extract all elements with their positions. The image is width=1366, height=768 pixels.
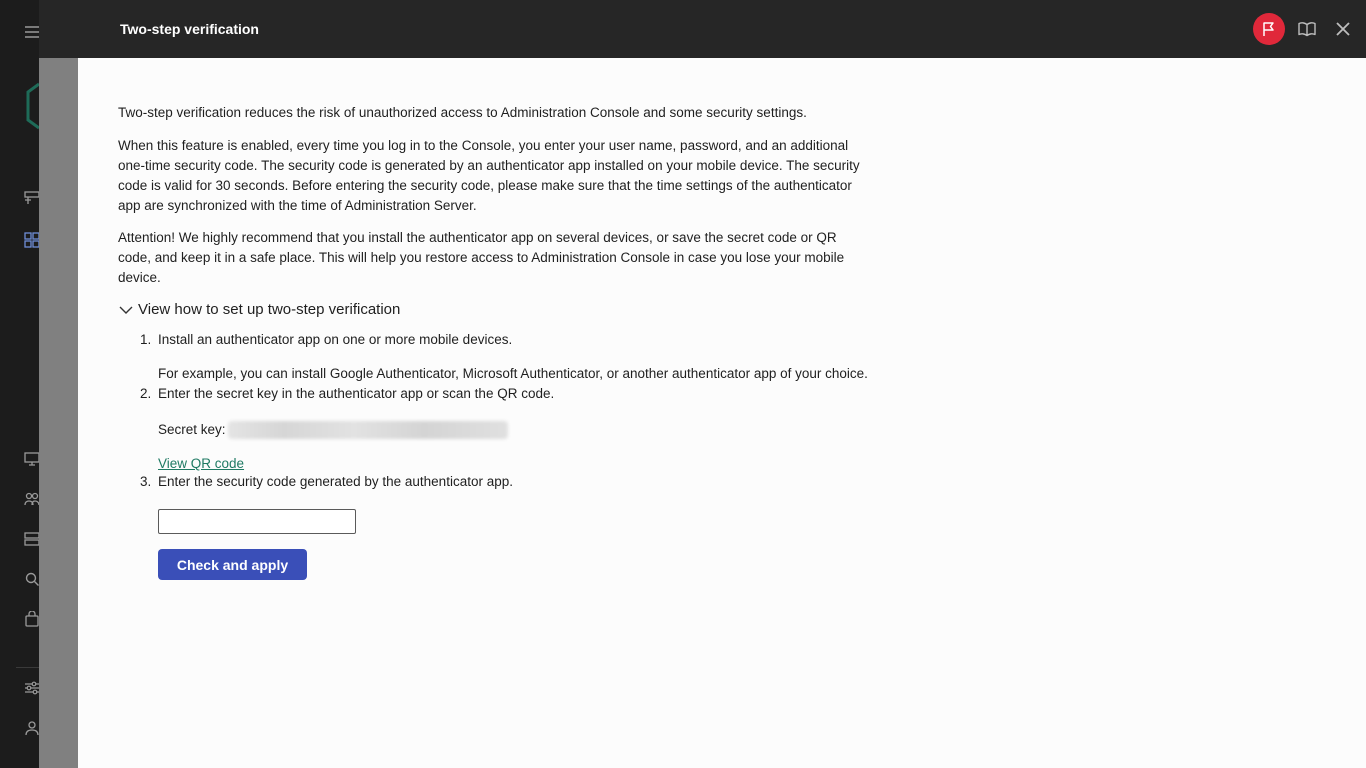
intro-paragraph: Two-step verification reduces the risk o… [118,105,807,120]
flag-icon [1263,22,1274,36]
step-text: Enter the security code generated by the… [158,474,513,489]
layout-icon[interactable] [24,190,40,206]
server-icon[interactable] [24,531,40,547]
search-icon[interactable] [24,571,40,587]
close-icon [1336,22,1350,36]
secret-key-value-redacted [227,421,508,439]
monitor-icon[interactable] [24,451,40,467]
drawer-header: Two-step verification [39,0,1366,58]
secret-key-row: Secret key: [158,420,508,440]
nav-rail [0,0,40,768]
store-icon[interactable] [24,611,40,627]
users-icon[interactable] [24,491,40,507]
security-code-input[interactable] [158,509,356,534]
step-text: Install an authenticator app on one or m… [158,332,513,347]
menu-icon[interactable] [24,24,40,40]
feedback-button[interactable] [1253,13,1285,45]
close-button[interactable] [1333,19,1353,39]
book-icon [1298,22,1316,37]
sliders-icon[interactable] [24,680,40,696]
step-1-note: For example, you can install Google Auth… [158,366,868,381]
user-icon[interactable] [24,720,40,736]
view-qr-code-link[interactable]: View QR code [158,454,244,474]
step-number: 1. [140,332,152,347]
drawer-title: Two-step verification [120,21,259,37]
step-text: Enter the secret key in the authenticato… [158,386,555,401]
secret-key-label: Secret key: [158,422,226,437]
help-button[interactable] [1297,19,1317,39]
step-1: 1. Install an authenticator app on one o… [140,330,513,350]
check-and-apply-button[interactable]: Check and apply [158,549,307,580]
description-paragraph: When this feature is enabled, every time… [118,138,860,213]
attention-paragraph: Attention! We highly recommend that you … [118,230,845,285]
background-page [39,0,78,768]
step-number: 3. [140,474,152,489]
dashboard-icon[interactable] [24,232,40,248]
step-3: 3. Enter the security code generated by … [140,472,513,492]
setup-expander[interactable]: View how to set up two-step verification [118,300,400,320]
rail-divider [16,667,39,668]
setup-expander-label: View how to set up two-step verification [138,301,401,318]
step-2: 2. Enter the secret key in the authentic… [140,384,555,404]
chevron-down-icon [119,306,133,314]
step-number: 2. [140,386,152,401]
drawer-body: Two-step verification reduces the risk o… [78,58,1366,768]
